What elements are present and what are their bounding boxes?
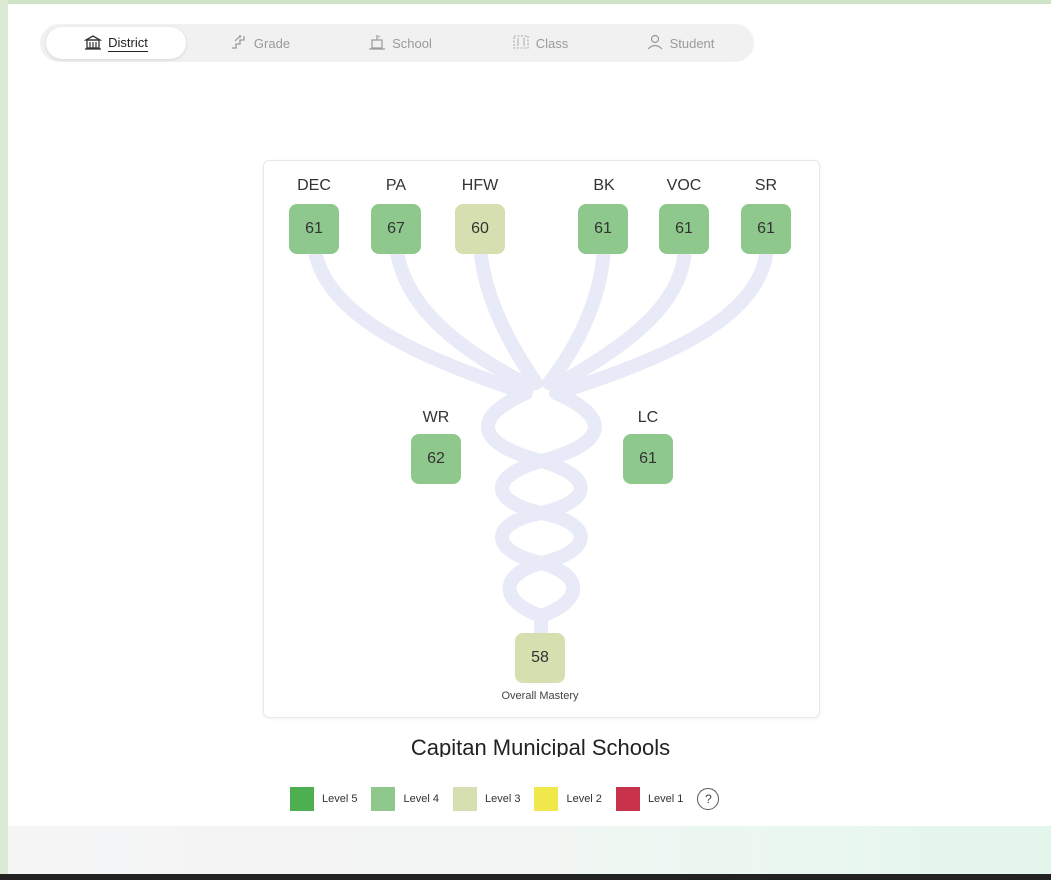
node-label-dec: DEC [297, 177, 331, 194]
node-score-lc[interactable]: 61 [623, 434, 673, 484]
school-icon [368, 34, 386, 53]
node-score-dec[interactable]: 61 [289, 204, 339, 254]
legend-item-level-5: Level 5 [290, 787, 357, 811]
window-left-border [0, 0, 8, 880]
tab-district-label: District [108, 34, 148, 52]
legend-label-level-5: Level 5 [322, 793, 358, 805]
legend-item-level-4: Level 4 [371, 787, 439, 811]
legend-swatch-level-1 [615, 787, 640, 811]
legend-item-level-2: Level 2 [534, 787, 602, 811]
legend-swatch-level-4 [371, 787, 396, 811]
node-score-overall[interactable]: 58 [515, 633, 565, 683]
bottom-band [8, 826, 1051, 874]
school-name-title: Capitan Municipal Schools [410, 735, 671, 757]
node-score-bk[interactable]: 61 [578, 204, 628, 254]
legend-item-level-3: Level 3 [452, 787, 521, 811]
overall-mastery-caption: Overall Mastery [501, 690, 579, 702]
node-score-voc[interactable]: 61 [659, 204, 709, 254]
help-icon[interactable]: ? [697, 788, 720, 810]
legend-swatch-level-3 [452, 787, 477, 811]
node-score-sr[interactable]: 61 [741, 204, 791, 254]
tab-district[interactable]: District [46, 27, 186, 59]
node-label-voc: VOC [666, 177, 702, 194]
tab-student-label: Student [669, 35, 715, 51]
legend-label-level-4: Level 4 [403, 793, 439, 805]
legend-label-level-3: Level 3 [484, 793, 521, 805]
tab-school-label: School [392, 35, 432, 51]
level-tab-bar: District Grade School Class Student [40, 24, 754, 62]
node-score-wr[interactable]: 62 [411, 434, 461, 484]
class-icon [512, 34, 530, 53]
tab-class[interactable]: Class [480, 27, 600, 59]
legend-label-level-2: Level 2 [566, 793, 602, 805]
tab-class-label: Class [535, 35, 569, 51]
node-label-wr: WR [422, 409, 450, 426]
legend-swatch-level-2 [534, 787, 559, 811]
node-label-sr: SR [754, 177, 778, 194]
stairs-icon [230, 34, 248, 53]
node-label-pa: PA [385, 177, 407, 194]
tab-school[interactable]: School [340, 27, 460, 59]
node-score-hfw[interactable]: 60 [455, 204, 505, 254]
node-label-lc: LC [637, 409, 659, 426]
legend-label-level-1: Level 1 [647, 793, 684, 805]
person-icon [646, 34, 664, 53]
node-score-pa[interactable]: 67 [371, 204, 421, 254]
node-label-hfw: HFW [461, 177, 499, 194]
tab-grade-label: Grade [253, 35, 291, 51]
legend-swatch-level-5 [290, 787, 314, 811]
tab-student[interactable]: Student [620, 27, 740, 59]
building-icon [83, 34, 103, 53]
window-top-border [0, 0, 1051, 4]
bottom-edge [0, 874, 1051, 880]
mastery-level-legend: Level 5 Level 4 Level 3 Level 2 Level 1 … [290, 786, 720, 812]
legend-item-level-1: Level 1 [615, 787, 684, 811]
node-label-bk: BK [593, 177, 615, 194]
tab-grade[interactable]: Grade [200, 27, 320, 59]
